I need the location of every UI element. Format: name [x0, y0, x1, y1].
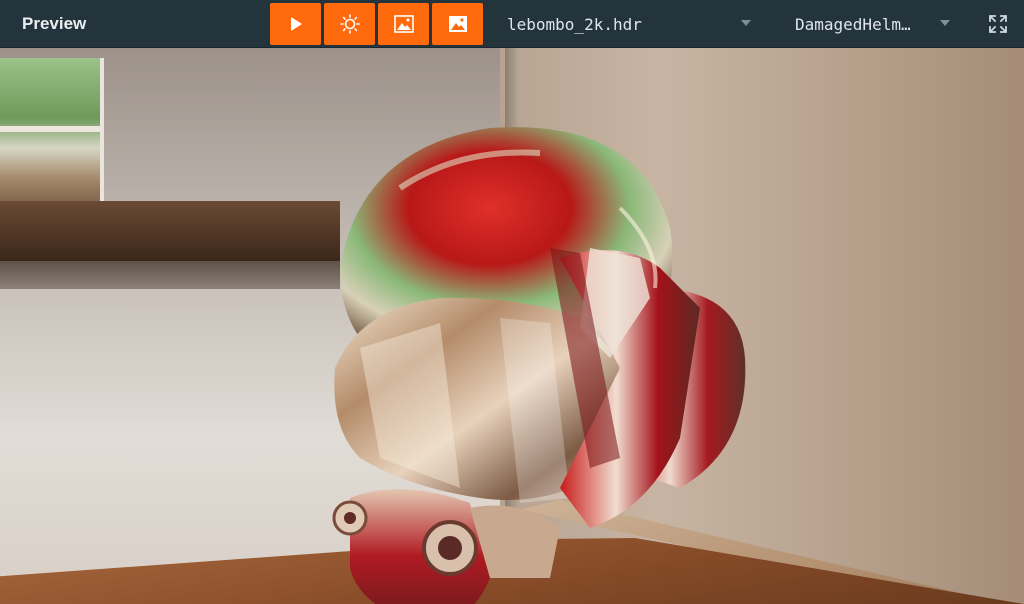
model-select[interactable]: DamagedHelm…	[795, 0, 955, 48]
damaged-helmet-model	[332, 127, 746, 604]
fullscreen-button[interactable]	[986, 12, 1010, 36]
rail-shadow	[0, 261, 340, 289]
light-button[interactable]	[324, 3, 375, 45]
image-icon	[393, 15, 414, 33]
environment-select-value: lebombo_2k.hdr	[507, 14, 642, 34]
preview-toolbar: Preview lebombo_2k.hdr DamagedHelm…	[0, 0, 1024, 48]
chevron-down-icon	[741, 20, 751, 26]
environment-button[interactable]	[432, 3, 483, 45]
room-window	[0, 58, 104, 208]
fullscreen-icon	[989, 15, 1007, 33]
wooden-rail	[0, 201, 340, 261]
background-button[interactable]	[378, 3, 429, 45]
chevron-down-icon	[940, 20, 950, 26]
image-filled-icon	[448, 16, 467, 32]
panel-title: Preview	[22, 14, 87, 33]
model-select-value: DamagedHelm…	[795, 14, 911, 34]
sun-icon	[339, 14, 360, 34]
play-button[interactable]	[270, 3, 321, 45]
3d-preview-viewport[interactable]	[0, 48, 1024, 604]
play-icon	[290, 17, 302, 31]
window-bar	[0, 126, 100, 132]
environment-select[interactable]: lebombo_2k.hdr	[507, 0, 757, 48]
